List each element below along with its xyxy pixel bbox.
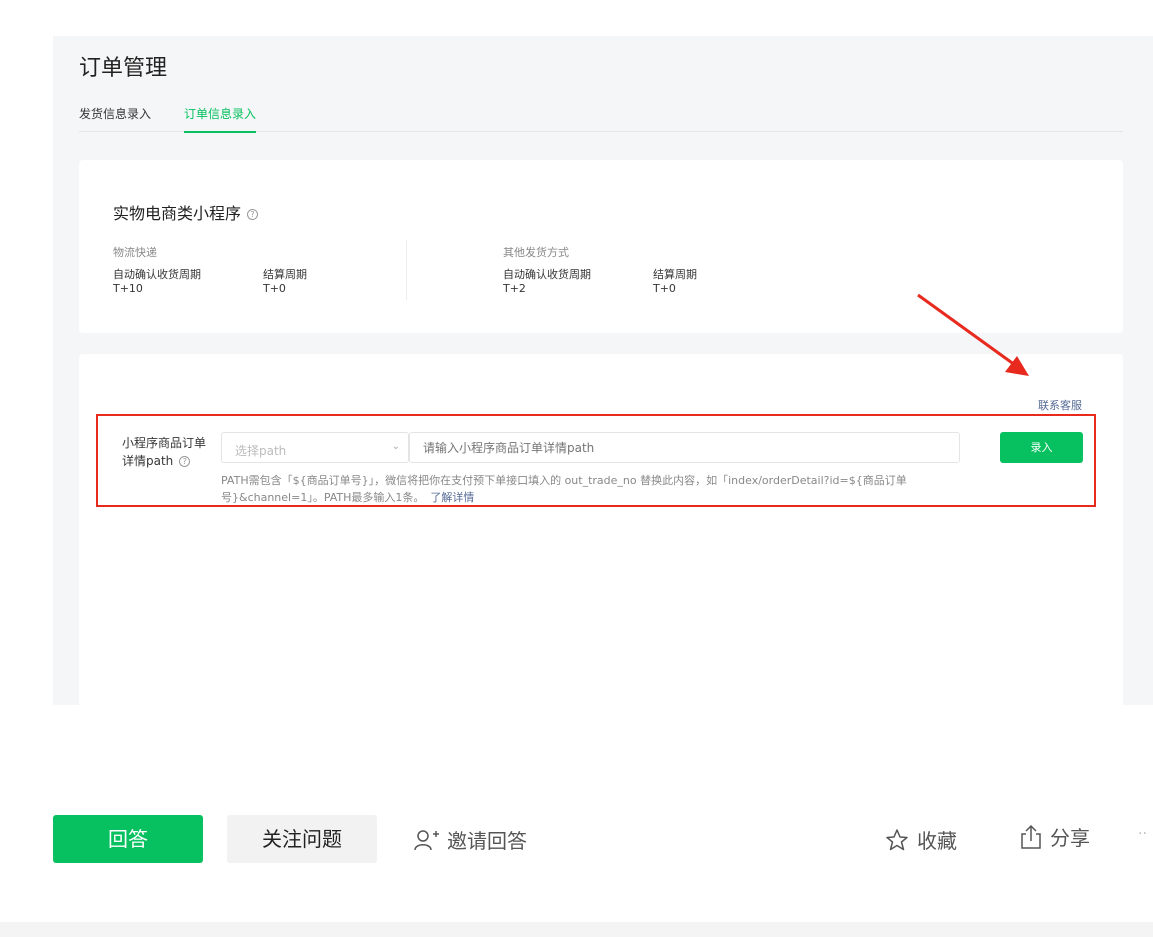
invite-label: 邀请回答	[447, 829, 527, 853]
tab-bar: 发货信息录入 订单信息录入	[79, 105, 1123, 133]
path-form-card: 联系客服 小程序商品订单 详情path? 选择path ⌄ 录入 PATH需包含…	[79, 354, 1123, 705]
tab-order-info[interactable]: 订单信息录入	[184, 105, 257, 133]
favorite-button[interactable]: 收藏	[885, 825, 957, 854]
confirm-period-label: 自动确认收货周期	[113, 268, 201, 281]
more-icon[interactable]: ··	[1138, 826, 1147, 842]
contact-support-link[interactable]: 联系客服	[1038, 397, 1082, 413]
learn-more-link[interactable]: 了解详情	[430, 491, 474, 504]
submit-button[interactable]: 录入	[1000, 432, 1083, 463]
invite-answer-button[interactable]: 邀请回答	[413, 825, 527, 854]
other-shipping-column: 其他发货方式 自动确认收货周期 结算周期 T+2 T+0	[503, 244, 803, 295]
favorite-label: 收藏	[917, 829, 957, 853]
settlement-period-value: T+0	[263, 282, 286, 295]
help-icon[interactable]: ?	[179, 456, 191, 467]
column-divider	[406, 240, 407, 300]
logistics-heading: 物流快递	[113, 246, 157, 259]
other-shipping-heading: 其他发货方式	[503, 246, 569, 259]
share-label: 分享	[1050, 826, 1090, 850]
confirm-period-value: T+2	[503, 282, 526, 295]
share-button[interactable]: 分享	[1020, 822, 1090, 851]
user-plus-icon	[414, 829, 439, 850]
path-select-placeholder: 选择path	[235, 444, 287, 458]
follow-question-button[interactable]: 关注问题	[227, 815, 377, 863]
path-input[interactable]	[409, 432, 960, 463]
share-icon	[1021, 824, 1041, 849]
help-icon[interactable]: ?	[247, 209, 259, 220]
confirm-period-value: T+10	[113, 282, 143, 295]
red-arrow-icon	[917, 293, 1029, 376]
settlement-period-label: 结算周期	[263, 268, 307, 281]
path-hint: PATH需包含「${商品订单号}」，微信将把你在支付预下单接口填入的 out_t…	[221, 472, 966, 506]
tab-shipping-info[interactable]: 发货信息录入	[79, 105, 151, 132]
summary-title: 实物电商类小程序?	[113, 200, 259, 224]
path-form-label: 小程序商品订单 详情path?	[122, 434, 217, 470]
path-label-line2: 详情path	[122, 454, 174, 468]
settlement-period-label: 结算周期	[653, 268, 697, 281]
summary-title-text: 实物电商类小程序	[113, 204, 242, 223]
star-icon	[886, 828, 908, 850]
highlight-box: 小程序商品订单 详情path? 选择path ⌄ 录入 PATH需包含「${商品…	[96, 414, 1096, 507]
chevron-down-icon: ⌄	[391, 441, 400, 452]
path-label-line1: 小程序商品订单	[122, 436, 207, 450]
answer-button[interactable]: 回答	[53, 815, 203, 863]
confirm-period-label: 自动确认收货周期	[503, 268, 591, 281]
logistics-column: 物流快递 自动确认收货周期 结算周期 T+10 T+0	[113, 244, 413, 295]
bottom-strip	[0, 922, 1153, 937]
page-title: 订单管理	[79, 56, 168, 81]
path-hint-text: PATH需包含「${商品订单号}」，微信将把你在支付预下单接口填入的 out_t…	[221, 474, 907, 504]
settlement-period-value: T+0	[653, 282, 676, 295]
path-select[interactable]: 选择path ⌄	[221, 432, 409, 463]
